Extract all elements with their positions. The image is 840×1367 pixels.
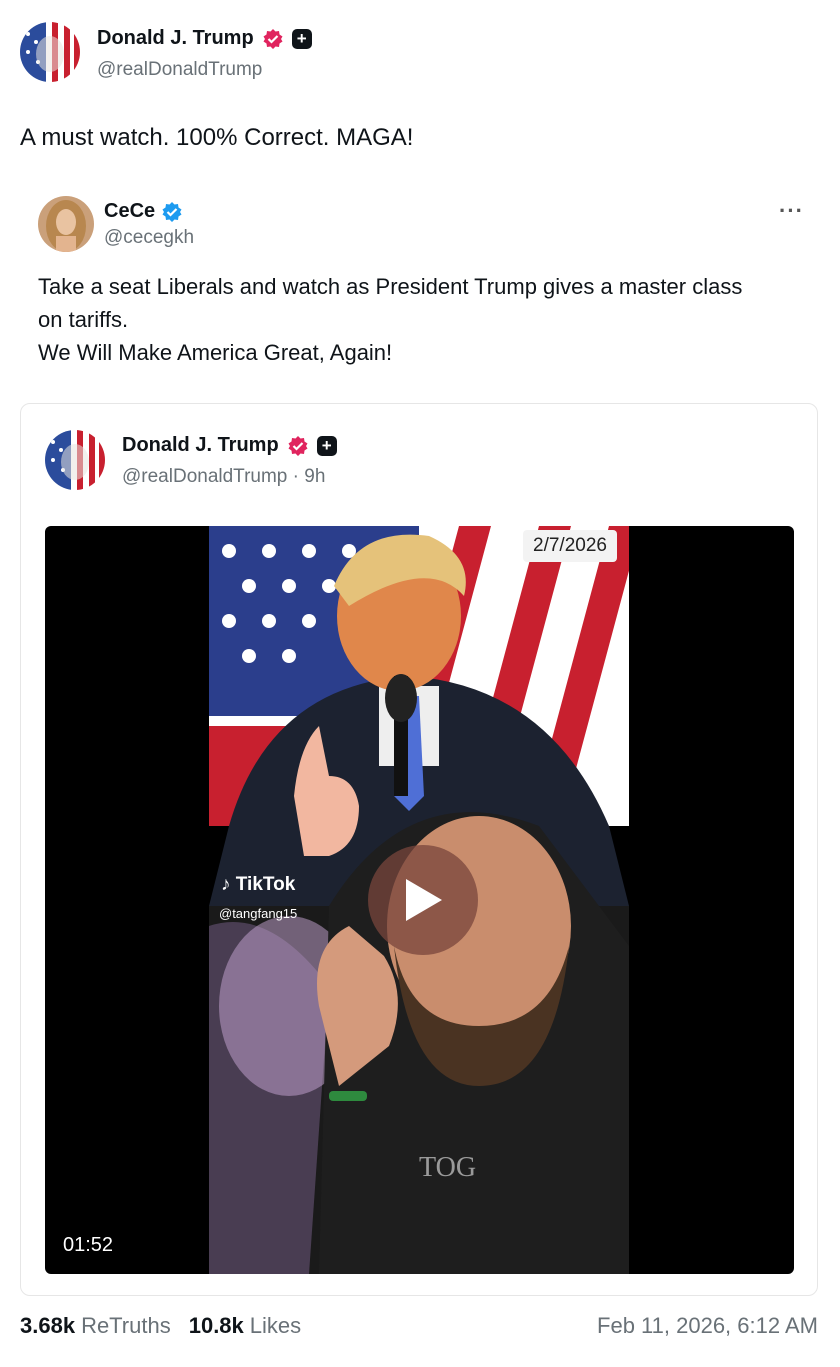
video-duration: 01:52 <box>63 1234 114 1256</box>
retruths-label[interactable]: ReTruths <box>81 1313 171 1339</box>
post-timestamp[interactable]: Feb 11, 2026, 6:12 AM <box>597 1313 818 1339</box>
embedded-handle-row: @realDonaldTrump · 9h <box>122 466 325 488</box>
quote-author-avatar[interactable] <box>38 196 94 252</box>
tiktok-watermark: ♪ TikTok <box>221 874 296 895</box>
verified-badge-icon <box>162 201 182 222</box>
tiktok-handle: @tangfang15 <box>219 906 298 921</box>
embedded-author-handle[interactable]: @realDonaldTrump <box>122 466 287 487</box>
flag-face-avatar-image <box>20 22 80 82</box>
post-stats: 3.68k ReTruths 10.8k Likes Feb 11, 2026,… <box>20 1313 818 1339</box>
likes-count[interactable]: 10.8k <box>189 1313 244 1339</box>
plus-badge-icon: + <box>291 28 312 49</box>
author-name[interactable]: Donald J. Trump <box>97 27 254 50</box>
portrait-avatar-image <box>38 196 94 252</box>
play-button[interactable] <box>368 845 478 955</box>
plus-badge-icon: + <box>316 435 337 456</box>
quote-text-line: on tariffs. <box>38 307 129 332</box>
quote-author-name[interactable]: CeCe <box>104 200 155 223</box>
likes-label[interactable]: Likes <box>250 1313 301 1339</box>
embedded-author-avatar[interactable] <box>45 430 105 490</box>
quote-text-line: Take a seat Liberals and watch as Presid… <box>38 274 743 299</box>
quote-text-line: We Will Make America Great, Again! <box>38 340 393 365</box>
author-avatar[interactable] <box>20 22 80 82</box>
more-options-icon[interactable]: ··· <box>779 198 804 224</box>
verified-badge-icon <box>263 28 283 49</box>
play-icon <box>406 879 442 921</box>
video-date-stamp: 2/7/2026 <box>523 530 617 562</box>
author-handle[interactable]: @realDonaldTrump <box>97 59 262 81</box>
quote-author-handle[interactable]: @cecegkh <box>104 227 194 249</box>
verified-badge-icon <box>288 435 308 456</box>
embedded-time-ago[interactable]: · 9h <box>293 466 326 487</box>
quote-text: Take a seat Liberals and watch as Presid… <box>38 270 808 369</box>
quoted-post[interactable]: CeCe @cecegkh ··· Take a seat Liberals a… <box>20 180 818 1298</box>
svg-text:TOG: TOG <box>419 1152 476 1183</box>
embedded-author-name[interactable]: Donald J. Trump <box>122 434 279 457</box>
retruths-count[interactable]: 3.68k <box>20 1313 75 1339</box>
embedded-post[interactable]: Donald J. Trump + @realDonaldTrump · 9h <box>20 403 818 1296</box>
flag-face-avatar-image <box>45 430 105 490</box>
video-player[interactable]: TOG 2/7/2026 ♪ TikTok @tangfang15 01:52 <box>45 526 794 1274</box>
post-text: A must watch. 100% Correct. MAGA! <box>20 124 414 151</box>
